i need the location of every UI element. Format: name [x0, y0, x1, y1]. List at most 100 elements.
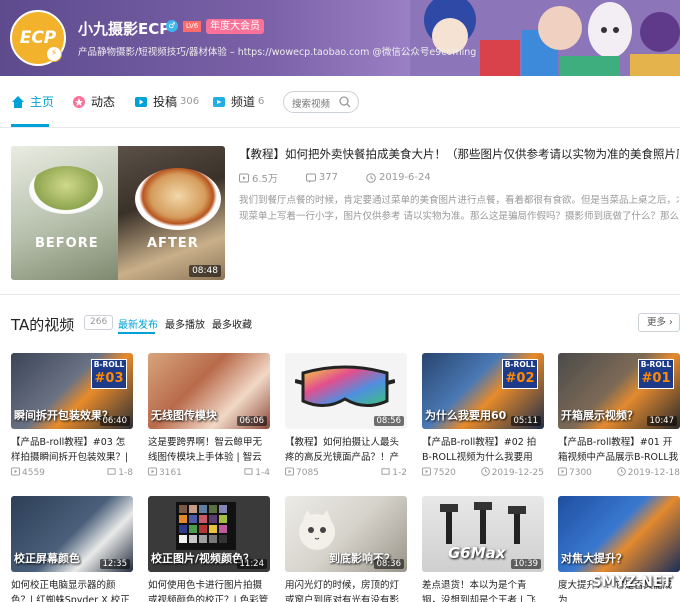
color-checker-card-image [176, 502, 236, 550]
featured-duration: 08:48 [189, 265, 221, 277]
video-meta: 7300 2019-12-18 [558, 467, 680, 478]
broll-badge: B-ROLL #02 [502, 359, 538, 389]
channel-icon [213, 96, 225, 107]
video-duration: 06:40 [99, 416, 130, 426]
video-card[interactable]: 08:56 【教程】如何拍摄让人最头疼的高反光镜面产品？！产品静 7085 1-… [285, 353, 407, 478]
featured-video-thumbnail[interactable]: BEFORE AFTER 08:48 [11, 146, 225, 280]
section-title: TA的视频 [11, 316, 75, 334]
video-title[interactable]: 用闪光灯的时候，房顶的灯或窗户到底对有光有没有影 [285, 578, 407, 602]
user-signature: 产品静物摄影/短视频技巧/器材体验 – https://wowecp.taoba… [78, 47, 477, 58]
video-thumbnail[interactable]: B-ROLL #01 开箱展示视频？ 10:47 [558, 353, 680, 429]
video-title[interactable]: 【产品B-roll教程】#03 怎样拍摄瞬间拆开包装效果？| 产 [11, 435, 133, 465]
video-plays: 4559 [22, 468, 45, 478]
video-card[interactable]: B-ROLL #03 瞬间拆开包装效果？ 06:40 【产品B-roll教程】#0… [11, 353, 133, 478]
video-card[interactable]: B-ROLL #02 为什么我要用60 05:11 【产品B-roll教程】#02… [422, 353, 544, 478]
featured-video-meta: 6.5万 377 2019-6-24 [239, 170, 459, 185]
playlist-icon [107, 468, 116, 475]
video-card[interactable]: 校正图片/视频颜色？ 11:24 如何使用色卡进行图片拍摄或视频颜色的校正？| … [148, 496, 270, 602]
video-title[interactable]: 差点退货！本以为是个青铜，没想到却是个王者 | 飞宇G6 [422, 578, 544, 602]
video-meta: 7085 1-2 [285, 467, 407, 478]
dynamic-star-icon [73, 95, 85, 108]
section-divider [0, 294, 680, 295]
gender-icon: ♂ [166, 20, 178, 32]
video-thumbnail[interactable]: 08:56 [285, 353, 407, 429]
tab-most-favorited[interactable]: 最多收藏 [212, 316, 252, 331]
search-input[interactable] [292, 94, 344, 115]
clock-icon [366, 172, 376, 183]
anime-characters-illustration [410, 0, 680, 76]
search-icon[interactable] [339, 96, 351, 108]
video-duration: 12:35 [99, 559, 130, 569]
tab-posts-label: 投稿 [153, 95, 178, 109]
tab-dynamic-label: 动态 [91, 95, 116, 109]
thumbnail-caption: G6Max [448, 544, 506, 562]
featured-date: 2019-6-24 [379, 172, 431, 183]
featured-video-title[interactable]: 【教程】如何把外卖快餐拍成美食大片！（那些图片仅供参考请以实物为准的美食照片原来… [239, 146, 679, 162]
video-thumbnail[interactable]: G6Max 10:39 [422, 496, 544, 572]
broll-badge: B-ROLL #03 [91, 359, 127, 389]
tab-most-played[interactable]: 最多播放 [165, 316, 205, 331]
video-card[interactable]: 无线图传模块 06:06 这是要跨界啊！智云鲸甲无线图传模块上手体验 | 智云 … [148, 353, 270, 478]
tab-home[interactable]: 主页 [11, 93, 54, 110]
video-plays: 7300 [569, 468, 592, 478]
video-card[interactable]: B-ROLL #01 开箱展示视频？ 10:47 【产品B-roll教程】#01 … [558, 353, 680, 478]
clock-icon [480, 467, 490, 476]
play-icon [558, 467, 567, 476]
tab-dynamic[interactable]: 动态 [72, 93, 115, 110]
video-part: 1-4 [255, 468, 270, 478]
video-title[interactable]: 如何校正电脑显示器的颜色？| 红蜘蛛Spyder X 校正流程 [11, 578, 133, 602]
thumbnail-caption: 无线图传模块 [151, 409, 217, 422]
tab-latest[interactable]: 最新发布 [118, 316, 158, 331]
description-line-2: 现菜单上写着一行小字，图片仅供参考 请以实物为准。那么这是骗局作假吗？摄影师到底… [239, 211, 679, 222]
play-count: 6.5万 [239, 170, 292, 185]
video-posts-icon [135, 96, 147, 107]
video-part: 1-2 [392, 468, 407, 478]
video-date: 2019-12-25 [491, 468, 544, 478]
video-card[interactable]: 校正屏幕颜色 12:35 如何校正电脑显示器的颜色？| 红蜘蛛Spyder X … [11, 496, 133, 602]
video-duration: 06:06 [236, 416, 267, 426]
username: 小九摄影ECP [78, 20, 171, 38]
video-date: 2019-12-18 [627, 468, 680, 478]
video-duration: 08:56 [373, 416, 404, 426]
after-label: AFTER [147, 236, 199, 251]
tab-posts[interactable]: 投稿 306 [134, 93, 199, 110]
video-title[interactable]: 【教程】如何拍摄让人最头疼的高反光镜面产品？！产品静 [285, 435, 407, 465]
video-meta: 3161 1-4 [148, 467, 270, 478]
video-card[interactable]: G6Max 10:39 差点退货！本以为是个青铜，没想到却是个王者 | 飞宇G6 [422, 496, 544, 602]
video-thumbnail[interactable]: 校正屏幕颜色 12:35 [11, 496, 133, 572]
home-icon [12, 95, 24, 108]
gimbal-stabilizers-image [440, 502, 526, 544]
cat-image [299, 510, 335, 550]
video-title[interactable]: 【产品B-roll教程】#01 开箱视频中产品展示B-ROLL我是 [558, 435, 680, 465]
video-plays: 7085 [296, 468, 319, 478]
video-thumbnail[interactable]: 校正图片/视频颜色？ 11:24 [148, 496, 270, 572]
more-button[interactable]: 更多 › [638, 313, 680, 332]
vip-badge: 年度大会员 [206, 19, 264, 34]
tab-home-label: 主页 [30, 95, 55, 109]
level-badge: LV6 [183, 21, 202, 32]
channels-count: 6 [258, 96, 265, 107]
avatar-logo-text: ECP [19, 28, 57, 48]
video-search-box[interactable] [283, 91, 359, 115]
video-title[interactable]: 如何使用色卡进行图片拍摄或视频颜色的校正？| 色彩管理 [148, 578, 270, 602]
video-card[interactable]: 到底影响不？ 08:36 用闪光灯的时候，房顶的灯或窗户到底对有光有没有影 [285, 496, 407, 602]
video-thumbnail[interactable]: 对焦大提升？ [558, 496, 680, 572]
video-thumbnail[interactable]: B-ROLL #02 为什么我要用60 05:11 [422, 353, 544, 429]
video-thumbnail[interactable]: 无线图传模块 06:06 [148, 353, 270, 429]
posts-count: 306 [180, 96, 200, 107]
video-duration: 08:36 [373, 559, 404, 569]
video-title[interactable]: 这是要跨界啊！智云鲸甲无线图传模块上手体验 | 智云 [148, 435, 270, 465]
video-duration: 11:24 [236, 559, 267, 569]
video-duration: 05:11 [510, 416, 541, 426]
thumbnail-caption: 瞬间拆开包装效果？ [14, 409, 113, 422]
tab-channels[interactable]: 频道 6 [212, 93, 264, 110]
chevron-right-icon: › [669, 317, 673, 328]
video-thumbnail[interactable]: B-ROLL #03 瞬间拆开包装效果？ 06:40 [11, 353, 133, 429]
video-count-badge: 266 [84, 315, 114, 330]
broll-badge: B-ROLL #01 [638, 359, 674, 389]
verified-lightning-icon: ⚡ [46, 46, 62, 62]
video-thumbnail[interactable]: 到底影响不？ 08:36 [285, 496, 407, 572]
video-title[interactable]: 【产品B-roll教程】#02 拍B-ROLL视频为什么我要用60 [422, 435, 544, 465]
publish-date: 2019-6-24 [366, 172, 445, 183]
featured-comments: 377 [318, 172, 338, 183]
